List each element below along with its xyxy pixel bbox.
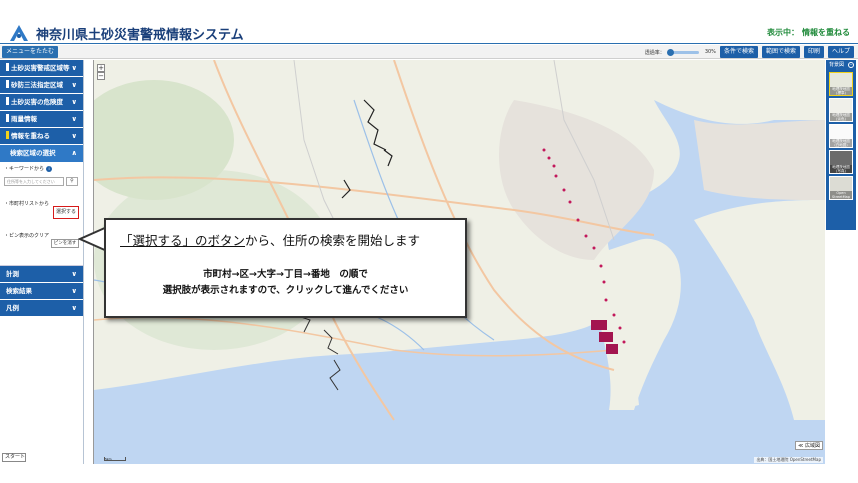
basemap-tile-pale[interactable]: 地理院地図(淡色): [829, 98, 853, 122]
item-marker: [6, 97, 9, 105]
pin-clear-label: ・ピン表示のクリア: [4, 233, 50, 239]
app-title: 神奈川県土砂災害警戒情報システム: [36, 28, 244, 43]
chevron-up-icon: ∧: [71, 149, 77, 157]
sidebar-item-label: 計測: [6, 270, 19, 278]
tile-label: Open StreetMap: [830, 191, 852, 199]
opacity-slider-knob[interactable]: [666, 48, 674, 56]
keyword-search-input[interactable]: 住所等を入力してください: [4, 177, 64, 186]
basemap-panel-title: 背景図: [829, 62, 845, 68]
sidebar: 土砂災害警戒区域等 ∨ 砂防三法指定区域 ∨ 土砂災害の危険度 ∨ 雨量情報 ∨…: [0, 60, 84, 464]
app-window: 神奈川県土砂災害警戒情報システム 表示中： 情報を重ねる メニューをたたむ 透過率…: [0, 0, 858, 483]
toolbar: メニューをたたむ 透過率： 30% 条件で検索 範囲で検索 印刷 ヘルプ: [0, 45, 858, 59]
sidebar-item-label: 雨量情報: [11, 115, 37, 123]
callout-line-2: 市町村→区→大字→丁目→番地 の順で: [203, 269, 368, 280]
sidebar-item-label: 土砂災害の危険度: [11, 98, 63, 106]
keyword-label: ・キーワードから i: [4, 165, 53, 172]
sidebar-item-warning-zones[interactable]: 土砂災害警戒区域等 ∨: [0, 60, 83, 77]
callout-line-1: 「選択する」のボタンから、住所の検索を開始します: [120, 233, 421, 248]
sidebar-item-label: 土砂災害警戒区域等: [11, 64, 70, 72]
chevron-down-icon: ∨: [71, 115, 77, 123]
basemap-panel-header: 背景図 −: [826, 60, 856, 70]
search-area-panel: ・キーワードから i 住所等を入力してください ⚲ ・市町村リストから 選択する …: [0, 162, 83, 266]
zoom-in-icon[interactable]: +: [97, 64, 105, 72]
chevron-down-icon: ∨: [71, 64, 77, 72]
chevron-down-icon: ∨: [71, 98, 77, 106]
sidebar-item-legend[interactable]: 凡例 ∨: [0, 300, 83, 317]
basemap-tile-osm[interactable]: Open StreetMap: [829, 176, 853, 200]
search-by-condition-button[interactable]: 条件で検索: [719, 46, 758, 58]
scale-label: 5km: [105, 457, 112, 461]
opacity-label: 透過率：: [644, 49, 665, 56]
chevron-down-icon: ∨: [71, 81, 77, 89]
basemap-tile-photo[interactable]: 地理院地図(写真): [829, 150, 853, 174]
tile-label: 地理院地図(標準): [830, 87, 852, 95]
collapse-menu-button[interactable]: メニューをたたむ: [2, 46, 59, 58]
tile-label: 地理院地図(淡色): [830, 113, 852, 121]
item-marker: [6, 63, 9, 71]
opacity-value: 30%: [704, 49, 716, 55]
sidebar-item-search-results[interactable]: 検索結果 ∨: [0, 283, 83, 300]
basemap-tile-blank[interactable]: 地理院地図(白地図): [829, 124, 853, 148]
section-title: 検索区域の選択: [10, 149, 56, 157]
chevron-down-icon: ∨: [71, 132, 77, 140]
sidebar-item-label: 情報を重ねる: [11, 132, 50, 140]
print-button[interactable]: 印刷: [803, 46, 824, 58]
sidebar-item-designated-areas[interactable]: 砂防三法指定区域 ∨: [0, 77, 83, 94]
search-by-area-button[interactable]: 範囲で検索: [761, 46, 800, 58]
status-label: 表示中：: [767, 28, 799, 37]
chevron-down-icon: ∨: [71, 304, 77, 312]
wide-area-button[interactable]: ≪ 広域図: [795, 441, 823, 450]
help-button[interactable]: ヘルプ: [827, 46, 854, 58]
clear-pins-button[interactable]: ピンを消す: [51, 239, 79, 248]
prefecture-logo-icon: [10, 25, 28, 41]
scale-bar: 5km: [104, 457, 126, 461]
sidebar-item-measure[interactable]: 計測 ∨: [0, 266, 83, 283]
status-value: 情報を重ねる: [802, 28, 850, 37]
instruction-callout: 「選択する」のボタンから、住所の検索を開始します 市町村→区→大字→丁目→番地 …: [104, 218, 467, 318]
search-icon[interactable]: ⚲: [66, 177, 78, 186]
chevron-down-icon: ∨: [71, 270, 77, 278]
basemap-panel: 背景図 − 地理院地図(標準) 地理院地図(淡色) 地理院地図(白地図) 地理院…: [826, 60, 856, 230]
sidebar-item-label: 砂防三法指定区域: [11, 81, 63, 89]
tile-label: 地理院地図(白地図): [830, 139, 852, 147]
zoom-control: + −: [97, 64, 105, 80]
tile-label: 地理院地図(写真): [830, 165, 852, 173]
app-header: 神奈川県土砂災害警戒情報システム 表示中： 情報を重ねる: [0, 22, 858, 44]
sidebar-item-overlay-info[interactable]: 情報を重ねる ∨: [0, 128, 83, 145]
map-attribution: 出典：国土地理院 OpenStreetMap: [754, 457, 823, 463]
sidebar-item-label: 検索結果: [6, 287, 32, 295]
callout-line-3: 選択肢が表示されますので、クリックして進んでください: [162, 285, 409, 296]
basemap-tile-standard[interactable]: 地理院地図(標準): [829, 72, 853, 96]
zoom-out-icon[interactable]: −: [97, 72, 105, 80]
item-marker: [6, 80, 9, 88]
collapse-icon[interactable]: −: [848, 62, 854, 68]
sidebar-item-hazard-level[interactable]: 土砂災害の危険度 ∨: [0, 94, 83, 111]
sidebar-item-rainfall[interactable]: 雨量情報 ∨: [0, 111, 83, 128]
municipality-list-label: ・市町村リストから: [4, 201, 50, 207]
sidebar-item-label: 凡例: [6, 304, 19, 312]
item-marker: [6, 114, 9, 122]
display-status: 表示中： 情報を重ねる: [764, 27, 850, 38]
chevron-down-icon: ∨: [71, 287, 77, 295]
opacity-slider[interactable]: [666, 48, 699, 56]
info-icon[interactable]: i: [46, 165, 53, 172]
sidebar-section-search-area[interactable]: 検索区域の選択 ∧: [0, 145, 83, 162]
start-tab[interactable]: スタート: [2, 453, 26, 462]
toolbar-right: 透過率： 30% 条件で検索 範囲で検索 印刷 ヘルプ: [645, 46, 854, 58]
select-button[interactable]: 選択する: [53, 206, 79, 219]
item-marker-active: [6, 131, 9, 139]
